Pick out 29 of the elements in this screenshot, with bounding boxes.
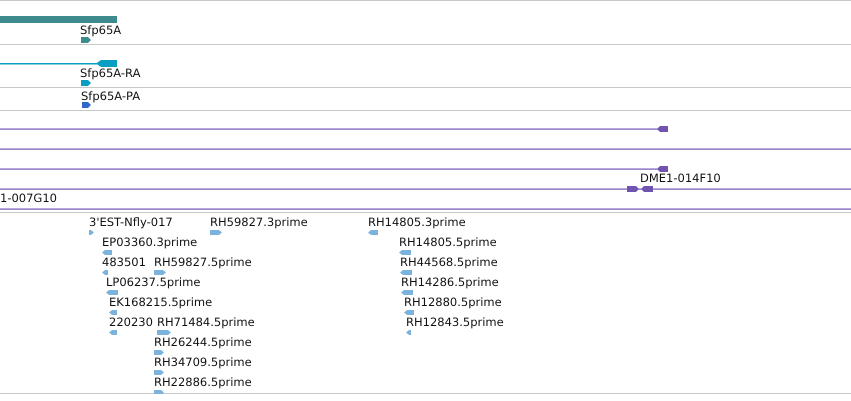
feature-label: RH26244.5prime — [154, 335, 252, 349]
feature-label: 3'EST-Nfly-017 — [89, 215, 173, 229]
feature-label: LP06237.5prime — [106, 275, 200, 289]
alignment-line[interactable] — [0, 148, 851, 150]
feature-label: RH44568.5prime — [400, 255, 498, 269]
alignment-line[interactable] — [0, 208, 851, 210]
feature-label: 1-007G10 — [0, 191, 57, 205]
feature-label: DME1-014F10 — [640, 171, 721, 185]
feature-label: 220230 — [109, 315, 153, 329]
feature-label: RH12843.5prime — [406, 315, 504, 329]
feature-label: RH22886.5prime — [154, 375, 252, 389]
alignment-line[interactable] — [0, 126, 668, 132]
feature-label: RH14805.5prime — [399, 235, 497, 249]
feature-label: RH59827.3prime — [210, 215, 308, 229]
feature-label: RH34709.5prime — [154, 355, 252, 369]
feature-label: Sfp65A-PA — [81, 89, 140, 103]
feature-label: EP03360.3prime — [102, 235, 198, 249]
alignment-line[interactable] — [0, 186, 851, 192]
alignment-line[interactable] — [0, 166, 668, 172]
feature-label: RH14286.5prime — [401, 275, 499, 289]
feature-label: Sfp65A — [80, 23, 122, 37]
feature-label: 483501 — [102, 255, 146, 269]
feature-label: RH71484.5prime — [157, 315, 255, 329]
feature-label: RH59827.5prime — [154, 255, 252, 269]
feature-label: EK168215.5prime — [109, 295, 212, 309]
feature-label: RH14805.3prime — [368, 215, 466, 229]
transcript-drawing[interactable] — [0, 60, 117, 67]
feature-label: Sfp65A-RA — [80, 66, 140, 80]
feature-label: RH12880.5prime — [404, 295, 502, 309]
